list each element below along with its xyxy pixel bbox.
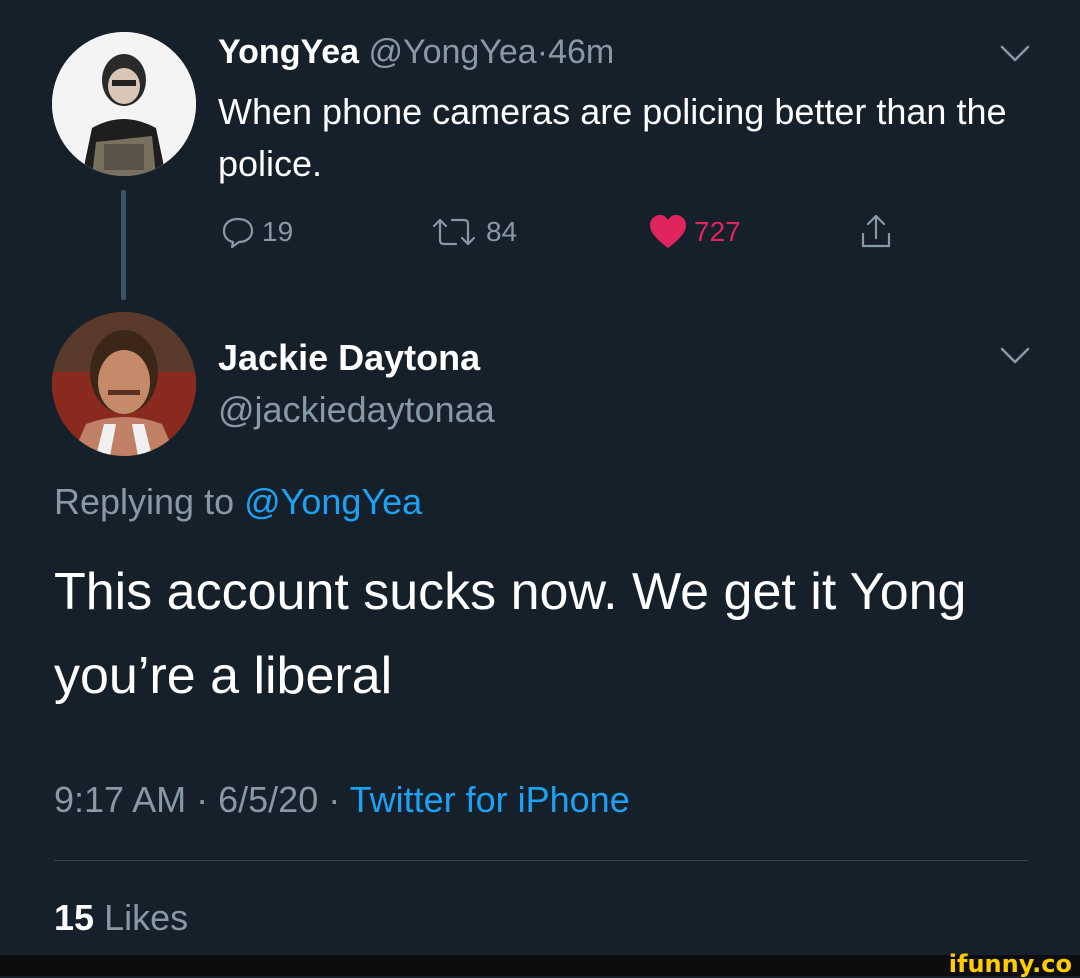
parent-time-ago[interactable]: 46m	[548, 33, 614, 71]
reply-button[interactable]: 19	[220, 210, 293, 254]
parent-tweet-header: YongYea @YongYea·46m	[218, 30, 614, 74]
parent-handle[interactable]: @YongYea	[369, 33, 537, 71]
reply-icon	[222, 217, 254, 249]
share-button[interactable]	[858, 210, 900, 254]
chevron-down-icon	[1000, 347, 1030, 364]
avatar-yongyea[interactable]	[52, 32, 196, 176]
parent-display-name[interactable]: YongYea	[218, 33, 359, 71]
parent-tweet-text: When phone cameras are policing better t…	[218, 91, 1007, 184]
likes-label: Likes	[104, 897, 189, 938]
like-button[interactable]: 727	[648, 210, 741, 254]
chevron-down-icon	[1000, 45, 1030, 62]
reply-handle[interactable]: @jackiedaytonaa	[218, 388, 495, 432]
replying-prefix: Replying to	[54, 481, 235, 522]
tweet-date[interactable]: 6/5/20	[218, 779, 318, 820]
tweet-source-link[interactable]: Twitter for iPhone	[350, 779, 630, 820]
retweet-button[interactable]: 84	[428, 210, 517, 254]
retweet-count: 84	[486, 216, 518, 247]
meta-separator-1: ·	[196, 779, 209, 820]
retweet-icon	[432, 218, 476, 246]
reply-tweet-text: This account sucks now. We get it Yong y…	[54, 563, 967, 705]
share-icon	[861, 214, 891, 248]
like-count: 727	[694, 216, 741, 247]
parent-more-menu[interactable]	[998, 44, 1032, 69]
heart-icon	[650, 215, 686, 248]
reply-display-name[interactable]: Jackie Daytona	[218, 336, 480, 380]
replying-to-line: Replying to @YongYea	[54, 480, 422, 524]
thread-connector	[121, 190, 126, 300]
replying-to-link[interactable]: @YongYea	[244, 481, 422, 522]
divider	[54, 860, 1028, 861]
reply-count: 19	[262, 216, 294, 247]
avatar-jackie-daytona[interactable]	[52, 312, 196, 456]
tweet-time[interactable]: 9:17 AM	[54, 779, 186, 820]
likes-summary[interactable]: 15 Likes	[54, 896, 188, 940]
footer-bar	[0, 955, 1080, 976]
meta-separator-2: ·	[328, 779, 341, 820]
likes-number: 15	[54, 897, 95, 938]
reply-more-menu[interactable]	[998, 346, 1032, 371]
tweet-meta: 9:17 AM · 6/5/20 · Twitter for iPhone	[54, 778, 630, 822]
parent-separator: ·	[536, 33, 549, 71]
ifunny-watermark: ifunny.co	[948, 950, 1072, 978]
